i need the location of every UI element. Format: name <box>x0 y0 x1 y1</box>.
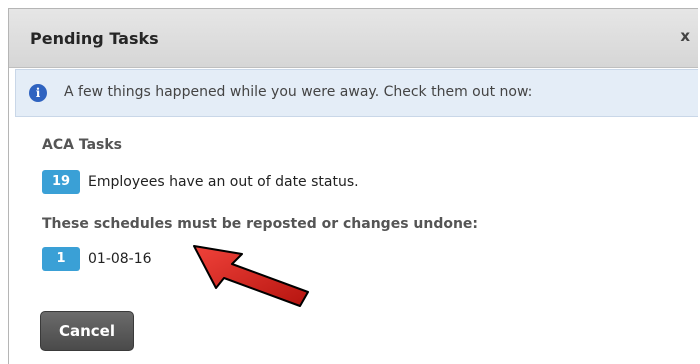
schedule-row: 1 01-08-16 <box>42 247 152 271</box>
close-button[interactable]: x <box>680 27 690 45</box>
red-arrow-icon <box>193 245 309 307</box>
dialog-header: Pending Tasks x <box>9 9 698 68</box>
aca-tasks-heading: ACA Tasks <box>42 137 122 153</box>
aca-task-row: 19 Employees have an out of date status. <box>42 170 359 194</box>
info-message: A few things happened while you were awa… <box>64 84 533 100</box>
info-icon: i <box>29 84 47 102</box>
pending-tasks-dialog: Pending Tasks x i A few things happened … <box>8 8 698 364</box>
aca-task-text: Employees have an out of date status. <box>88 174 359 190</box>
aca-count-badge[interactable]: 19 <box>42 170 80 194</box>
dialog-title: Pending Tasks <box>30 29 159 48</box>
cancel-button[interactable]: Cancel <box>40 311 134 351</box>
schedule-count-badge[interactable]: 1 <box>42 247 80 271</box>
schedule-date: 01-08-16 <box>88 251 152 267</box>
info-banner: i A few things happened while you were a… <box>15 69 698 117</box>
schedules-heading: These schedules must be reposted or chan… <box>42 216 479 232</box>
